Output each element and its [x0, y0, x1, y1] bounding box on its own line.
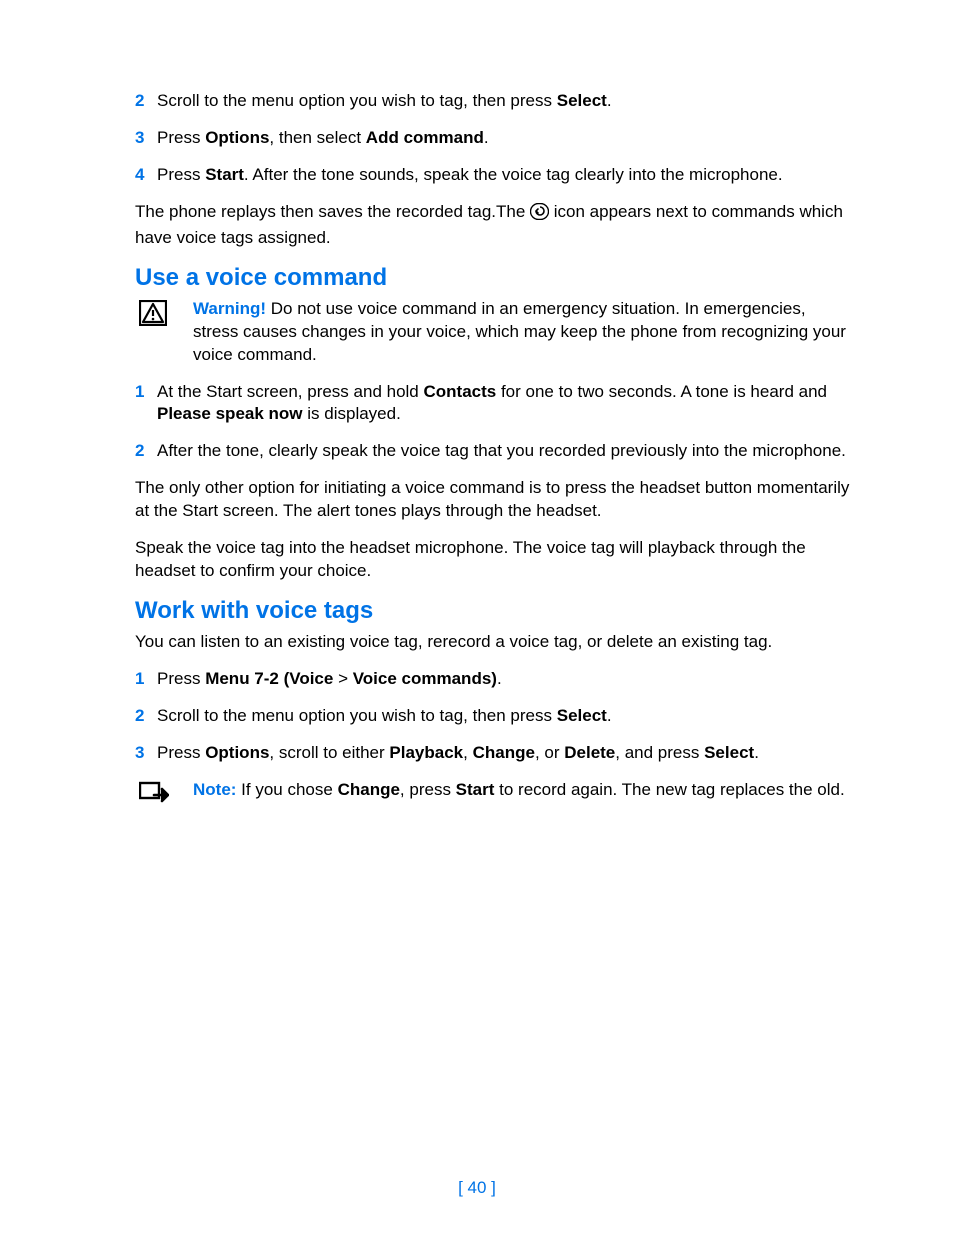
step-number: 4 [135, 164, 157, 187]
heading-use-voice-command: Use a voice command [135, 264, 854, 292]
step-number: 1 [135, 381, 157, 427]
step-3: 3 Press Options, then select Add command… [135, 127, 854, 150]
step-1: 1 At the Start screen, press and hold Co… [135, 381, 854, 427]
note-callout: Note: If you chose Change, press Start t… [135, 779, 854, 805]
step-text: Press Options, then select Add command. [157, 127, 854, 150]
step-number: 2 [135, 705, 157, 728]
note-icon [135, 779, 193, 805]
step-number: 2 [135, 440, 157, 463]
step-number: 1 [135, 668, 157, 691]
page-number: [ 40 ] [0, 1178, 954, 1198]
warning-text: Warning! Do not use voice command in an … [193, 298, 854, 367]
step-number: 2 [135, 90, 157, 113]
step-2: 2 Scroll to the menu option you wish to … [135, 705, 854, 728]
note-label: Note: [193, 780, 236, 799]
body-paragraph: The only other option for initiating a v… [135, 477, 854, 523]
step-text: Press Menu 7-2 (Voice > Voice commands). [157, 668, 854, 691]
step-text: Scroll to the menu option you wish to ta… [157, 90, 854, 113]
body-paragraph: You can listen to an existing voice tag,… [135, 631, 854, 654]
warning-icon [135, 298, 193, 367]
step-3: 3 Press Options, scroll to either Playba… [135, 742, 854, 765]
document-page: 2 Scroll to the menu option you wish to … [0, 0, 954, 1248]
step-2: 2 Scroll to the menu option you wish to … [135, 90, 854, 113]
step-text: Scroll to the menu option you wish to ta… [157, 705, 854, 728]
step-number: 3 [135, 742, 157, 765]
note-text: Note: If you chose Change, press Start t… [193, 779, 854, 805]
step-text: Press Start. After the tone sounds, spea… [157, 164, 854, 187]
body-paragraph: Speak the voice tag into the headset mic… [135, 537, 854, 583]
voice-tag-icon [530, 203, 549, 227]
step-text: At the Start screen, press and hold Cont… [157, 381, 854, 427]
warning-callout: Warning! Do not use voice command in an … [135, 298, 854, 367]
step-4: 4 Press Start. After the tone sounds, sp… [135, 164, 854, 187]
step-number: 3 [135, 127, 157, 150]
step-text: Press Options, scroll to either Playback… [157, 742, 854, 765]
heading-work-with-voice-tags: Work with voice tags [135, 597, 854, 625]
warning-label: Warning! [193, 299, 266, 318]
step-2: 2 After the tone, clearly speak the voic… [135, 440, 854, 463]
step-1: 1 Press Menu 7-2 (Voice > Voice commands… [135, 668, 854, 691]
step-text: After the tone, clearly speak the voice … [157, 440, 854, 463]
body-paragraph: The phone replays then saves the recorde… [135, 201, 854, 250]
